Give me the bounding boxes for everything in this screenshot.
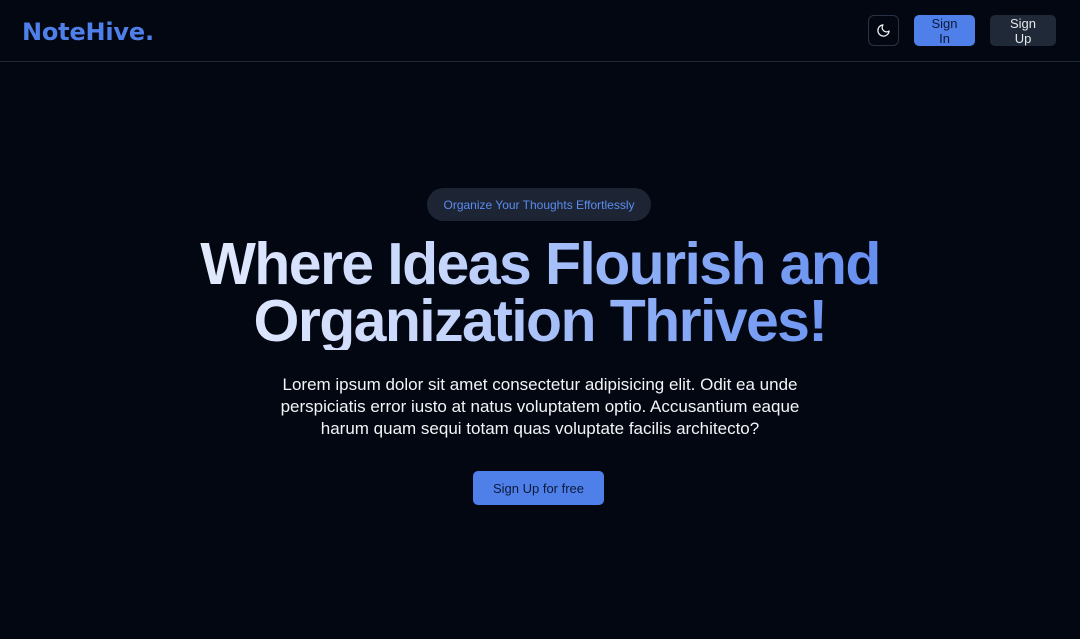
landing-page: NoteHive. Sign In Sign Up Organize Your … <box>0 0 1080 639</box>
sign-in-button[interactable]: Sign In <box>914 15 975 46</box>
brand-logo[interactable]: NoteHive. <box>22 20 154 44</box>
header-actions: Sign In Sign Up <box>868 15 1056 46</box>
moon-icon <box>876 23 891 38</box>
tagline-badge: Organize Your Thoughts Effortlessly <box>427 188 651 221</box>
hero-description: Lorem ipsum dolor sit amet consectetur a… <box>280 375 800 438</box>
hero-section: Organize Your Thoughts Effortlessly Wher… <box>0 62 1080 639</box>
hero-headline-line-2: Organization Thrives! <box>253 288 827 354</box>
hero-headline-line-1: Where Ideas Flourish and <box>200 231 880 297</box>
theme-toggle-button[interactable] <box>868 15 899 46</box>
sign-up-button[interactable]: Sign Up <box>990 15 1056 46</box>
hero-headline: Where Ideas Flourish and Organization Th… <box>140 236 940 350</box>
top-navbar: NoteHive. Sign In Sign Up <box>0 0 1080 62</box>
sign-up-free-button[interactable]: Sign Up for free <box>473 471 604 505</box>
